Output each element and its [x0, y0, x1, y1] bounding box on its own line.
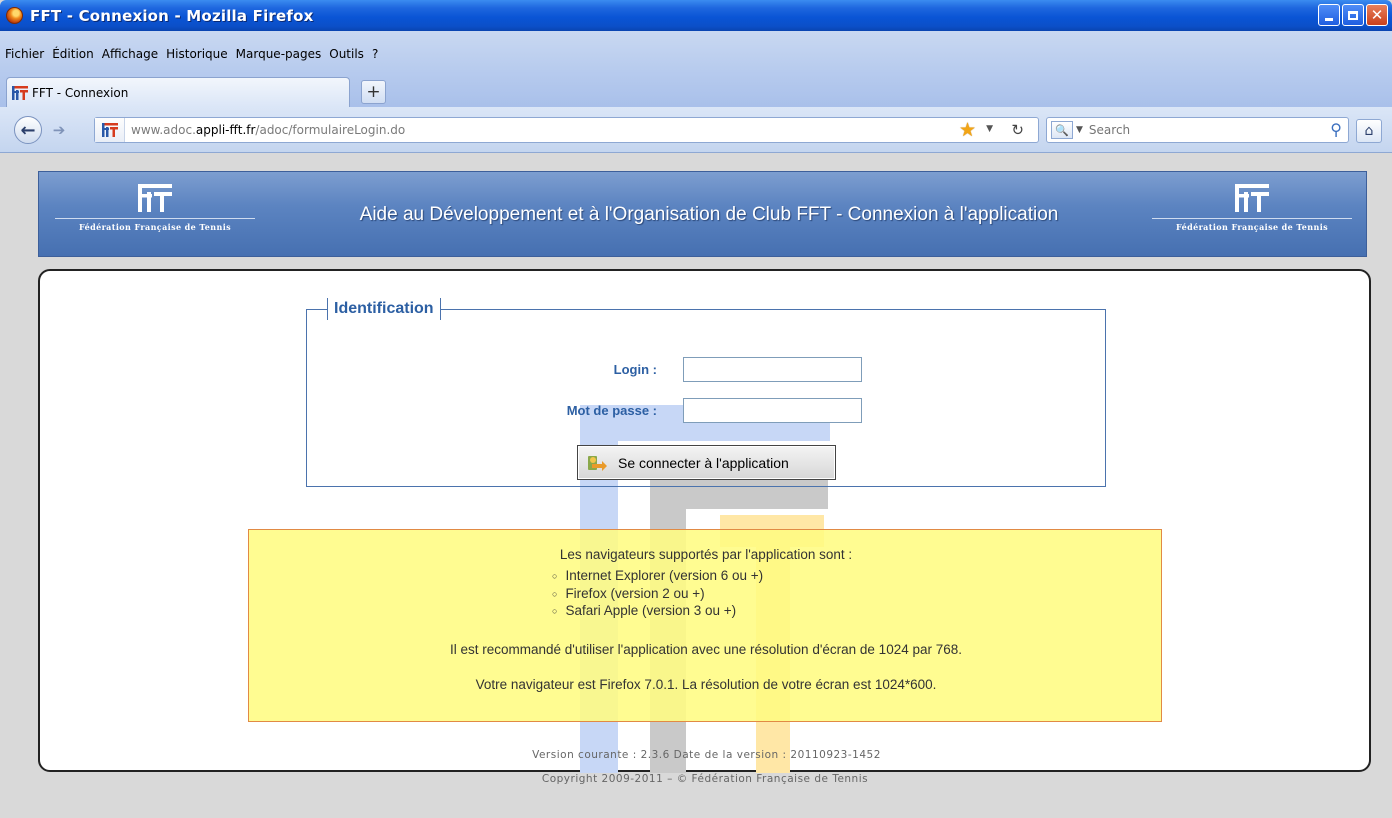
fft-mark-icon	[138, 184, 172, 212]
main-card: Identification Login : Mot de passe : Se…	[38, 269, 1371, 773]
menu-fichier[interactable]: Fichier	[4, 47, 51, 62]
address-bar[interactable]: www.adoc.appli-fft.fr/adoc/formulaireLog…	[94, 117, 1039, 143]
close-button[interactable]: ✕	[1366, 4, 1388, 26]
window-title: FFT - Connexion - Mozilla Firefox	[30, 6, 314, 25]
minimize-icon	[1325, 17, 1333, 21]
close-icon: ✕	[1370, 5, 1384, 24]
restore-button[interactable]	[1342, 4, 1364, 26]
header-banner: Fédération Française de Tennis Aide au D…	[38, 171, 1367, 257]
supported-browsers-intro: Les navigateurs supportés par l'applicat…	[559, 547, 853, 562]
window-controls: ✕	[1318, 4, 1388, 26]
menu-help[interactable]: ?	[371, 47, 385, 62]
home-button[interactable]: ⌂	[1356, 119, 1382, 143]
logo-caption: Fédération Française de Tennis	[55, 218, 255, 232]
login-input[interactable]	[683, 357, 862, 382]
fft-logo-right: Fédération Française de Tennis	[1152, 184, 1352, 246]
arrow-right-icon: ➔	[52, 121, 66, 139]
fft-favicon-icon	[12, 85, 28, 100]
password-input[interactable]	[683, 398, 862, 423]
tab-label: FFT - Connexion	[32, 85, 129, 100]
back-button[interactable]: ←	[14, 116, 42, 144]
navigation-toolbar: ← ➔ www.adoc.appli-fft.fr/adoc/formulair…	[0, 107, 1392, 153]
list-item: Internet Explorer (version 6 ou +)	[552, 567, 763, 585]
page-title: Aide au Développement et à l'Organisatio…	[359, 204, 1059, 225]
detected-browser-info: Votre navigateur est Firefox 7.0.1. La r…	[475, 677, 937, 692]
browser-info-box: Les navigateurs supportés par l'applicat…	[248, 529, 1162, 722]
version-info: Version courante : 2.3.6 Date de la vers…	[532, 749, 881, 761]
reload-icon[interactable]: ↻	[1011, 121, 1024, 139]
plus-icon: +	[366, 82, 381, 102]
url-path: /adoc/formulaireLogin.do	[255, 123, 406, 137]
history-dropdown-icon[interactable]: ▼	[986, 124, 993, 134]
engine-dropdown-icon[interactable]: ▼	[1076, 125, 1083, 135]
minimize-button[interactable]	[1318, 4, 1340, 26]
url-text: www.adoc.appli-fft.fr/adoc/formulaireLog…	[131, 123, 405, 137]
tab-fft-connexion[interactable]: FFT - Connexion	[6, 77, 350, 107]
menu-historique[interactable]: Historique	[165, 47, 235, 62]
menu-affichage[interactable]: Affichage	[101, 47, 165, 62]
arrow-left-icon: ←	[20, 119, 36, 141]
copyright: Copyright 2009-2011 – © Fédération Franç…	[541, 773, 869, 785]
home-icon: ⌂	[1364, 123, 1374, 139]
forward-button[interactable]: ➔	[45, 120, 73, 140]
list-item: Firefox (version 2 ou +)	[552, 585, 763, 603]
connect-button-label: Se connecter à l'application	[618, 454, 789, 471]
search-engine-icon[interactable]: 🔍	[1051, 121, 1073, 139]
bookmark-star-icon[interactable]: ★	[959, 119, 976, 141]
menu-outils[interactable]: Outils	[328, 47, 371, 62]
login-label: Login :	[613, 362, 657, 377]
fft-site-icon	[101, 123, 118, 137]
password-label: Mot de passe :	[566, 403, 657, 418]
menu-bar: Fichier Édition Affichage Historique Mar…	[0, 31, 1392, 71]
connect-button[interactable]: Se connecter à l'application	[577, 445, 836, 480]
firefox-icon	[6, 7, 23, 24]
menu-edition[interactable]: Édition	[51, 47, 101, 62]
fft-logo-left: Fédération Française de Tennis	[55, 184, 255, 246]
fft-mark-icon	[1235, 184, 1269, 212]
search-input[interactable]	[1088, 123, 1319, 137]
new-tab-button[interactable]: +	[361, 80, 386, 104]
tab-bar: FFT - Connexion +	[0, 71, 1392, 107]
list-item: Safari Apple (version 3 ou +)	[552, 602, 763, 620]
resolution-recommendation: Il est recommandé d'utiliser l'applicati…	[449, 642, 963, 657]
site-identity-button[interactable]	[95, 118, 125, 142]
window-title-bar[interactable]: FFT - Connexion - Mozilla Firefox ✕	[0, 0, 1392, 31]
logo-caption: Fédération Française de Tennis	[1152, 218, 1352, 232]
identification-legend: Identification	[327, 298, 441, 320]
supported-browsers-list: Internet Explorer (version 6 ou +) Firef…	[552, 567, 763, 620]
search-bar[interactable]: 🔍 ▼ ⚲	[1046, 117, 1349, 143]
page-content: Fédération Française de Tennis Aide au D…	[0, 153, 1392, 818]
magnifier-icon[interactable]: ⚲	[1330, 120, 1342, 139]
login-key-icon	[588, 455, 607, 471]
restore-icon	[1348, 10, 1358, 20]
url-domain: appli-fft.fr	[195, 123, 256, 137]
identification-fieldset: Identification Login : Mot de passe : Se…	[306, 298, 1106, 487]
menu-marque-pages[interactable]: Marque-pages	[235, 47, 329, 62]
url-prefix: www.adoc.	[131, 123, 196, 137]
